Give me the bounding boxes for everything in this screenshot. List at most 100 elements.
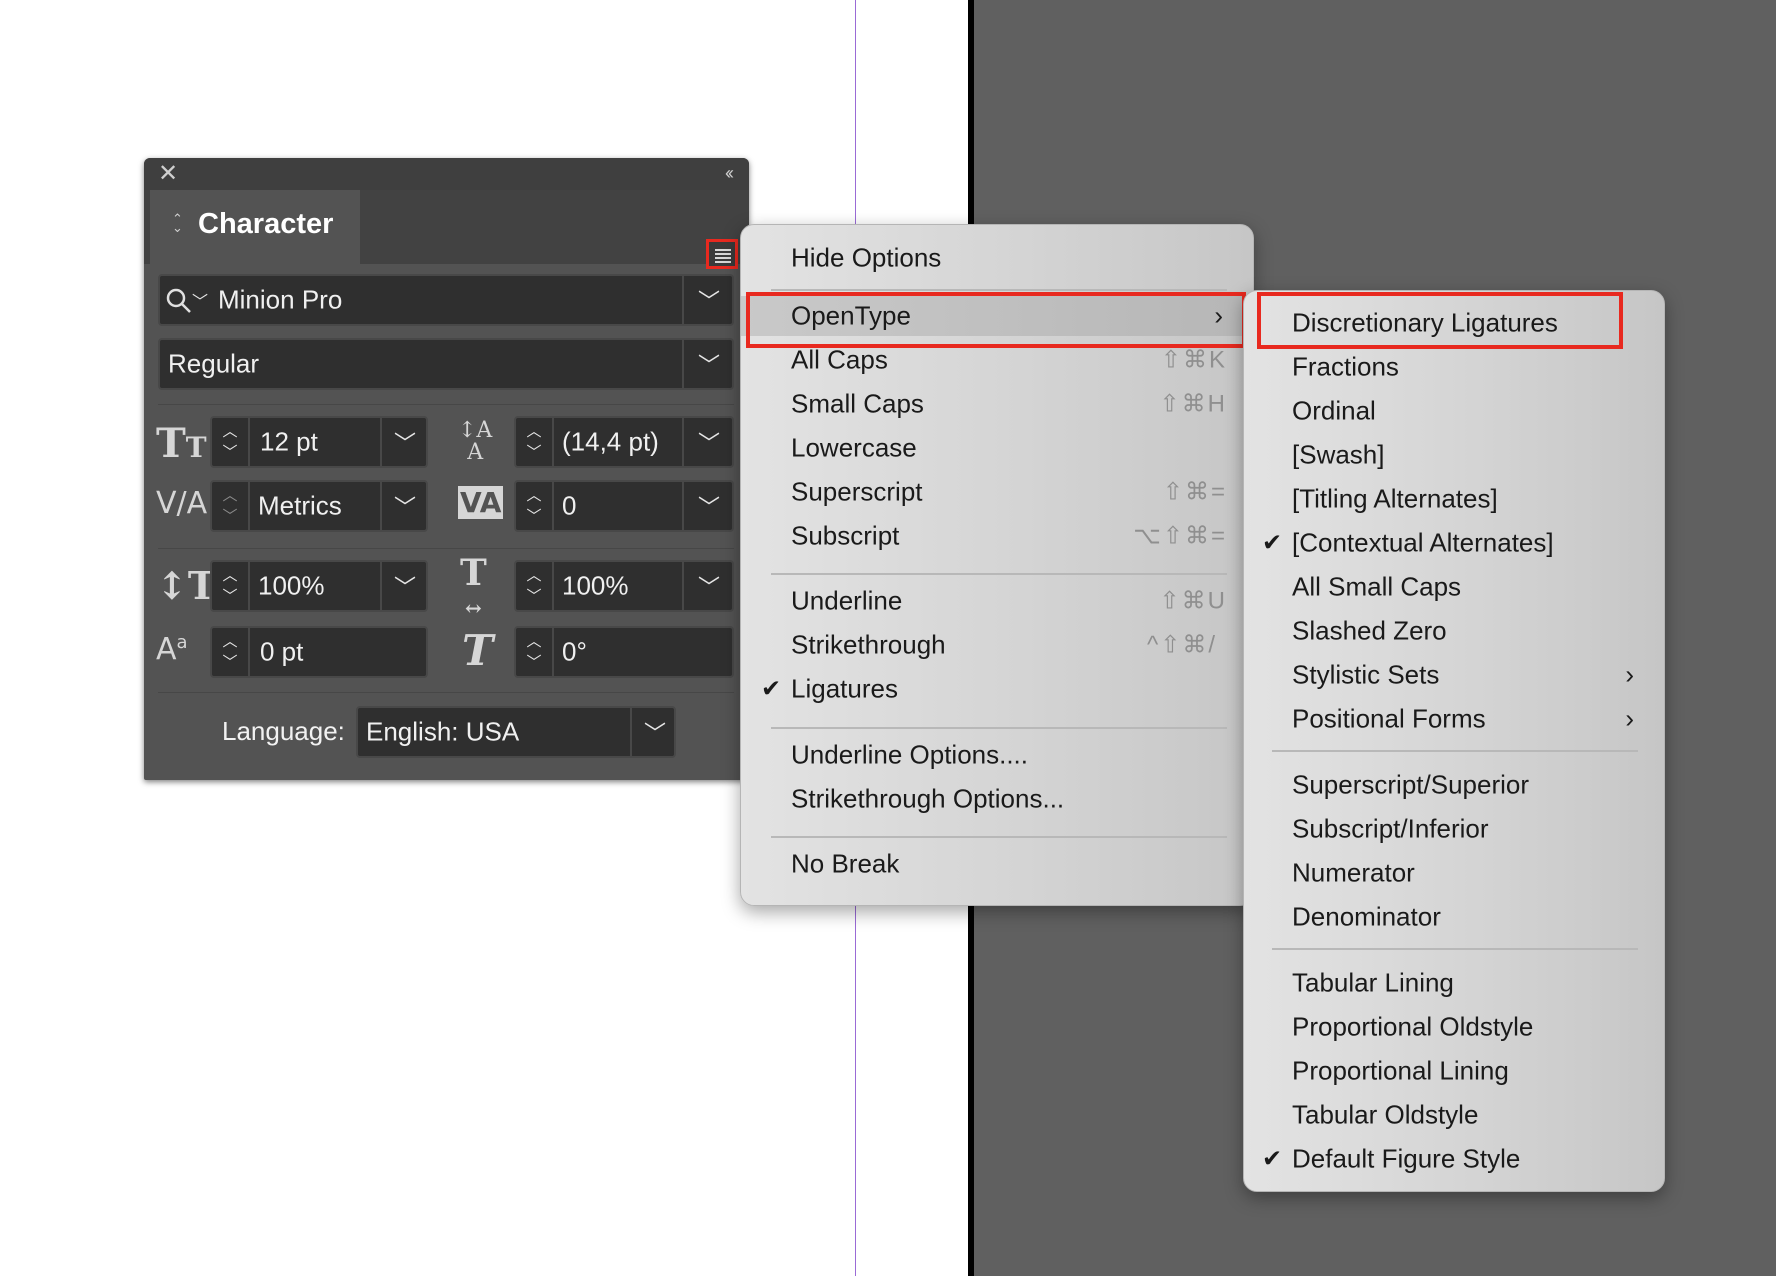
font-size-dropdown-icon[interactable]: ﹀ <box>394 426 416 458</box>
submenu-item-tabular-lining[interactable]: Tabular Lining <box>1244 963 1664 1003</box>
baseline-shift-stepper[interactable]: ︿ ﹀ <box>212 628 250 676</box>
collapse-icon[interactable]: ‹‹ <box>725 164 734 182</box>
submenu-item-positional-forms[interactable]: Positional Forms › <box>1244 699 1664 739</box>
shortcut-superscript: ⇧⌘= <box>1162 478 1227 506</box>
submenu-item-tabular-oldstyle[interactable]: Tabular Oldstyle <box>1244 1095 1664 1135</box>
submenu-item-ordinal[interactable]: Ordinal <box>1244 391 1664 431</box>
character-panel: ✕ ‹‹ ⌃ ⌄ Character ﹀ Minion Pro ﹀ Regular… <box>144 158 749 780</box>
leading-stepper[interactable]: ︿ ﹀ <box>516 418 554 466</box>
kerning-dropdown-icon[interactable]: ﹀ <box>394 490 416 522</box>
font-size-icon: TT <box>156 420 207 467</box>
leading-icon: ↕A A <box>458 418 493 465</box>
font-size-field[interactable]: ︿ ﹀ 12 pt ﹀ <box>210 416 428 468</box>
submenu-item-fractions[interactable]: Fractions <box>1244 347 1664 387</box>
submenu-arrow-icon: › <box>1625 659 1634 690</box>
close-icon[interactable]: ✕ <box>158 162 178 186</box>
submenu-item-contextual-alternates[interactable]: ✔ [Contextual Alternates] <box>1244 523 1664 563</box>
horizontal-scale-stepper[interactable]: ︿ ﹀ <box>516 562 554 610</box>
language-dropdown-icon[interactable]: ﹀ <box>644 716 666 748</box>
checkmark-icon: ✔ <box>1262 529 1283 557</box>
menu-item-lowercase[interactable]: Lowercase <box>741 428 1253 468</box>
leading-field[interactable]: ︿ ﹀ (14,4 pt) ﹀ <box>514 416 734 468</box>
checkmark-icon: ✔ <box>761 675 782 703</box>
vertical-scale-field[interactable]: ︿ ﹀ 100% ﹀ <box>210 560 428 612</box>
kerning-icon: V/A <box>156 486 208 521</box>
language-dropdown[interactable]: English: USA ﹀ <box>356 706 676 758</box>
tracking-icon: VA <box>458 486 504 519</box>
kerning-value: Metrics <box>258 490 342 521</box>
kerning-stepper[interactable]: ︿ ﹀ <box>212 482 250 530</box>
baseline-shift-value: 0 pt <box>260 636 304 667</box>
shortcut-strikethrough: ^⇧⌘/ <box>1146 631 1217 659</box>
horizontal-scale-icon: T ↔ <box>460 552 487 620</box>
submenu-item-default-figure-style[interactable]: ✔ Default Figure Style <box>1244 1139 1664 1179</box>
shortcut-small-caps: ⇧⌘H <box>1159 390 1227 418</box>
submenu-item-slashed-zero[interactable]: Slashed Zero <box>1244 611 1664 651</box>
menu-item-superscript[interactable]: Superscript ⇧⌘= <box>741 472 1253 512</box>
language-value: English: USA <box>366 716 520 747</box>
menu-item-strikethrough-options[interactable]: Strikethrough Options... <box>741 779 1253 819</box>
vertical-scale-dropdown-icon[interactable]: ﹀ <box>394 570 416 602</box>
skew-field[interactable]: ︿ ﹀ 0° <box>514 626 734 678</box>
menu-item-underline-options[interactable]: Underline Options.... <box>741 735 1253 775</box>
submenu-item-titling-alternates[interactable]: [Titling Alternates] <box>1244 479 1664 519</box>
menu-item-ligatures[interactable]: ✔ Ligatures <box>741 669 1253 709</box>
baseline-shift-icon: Aa <box>156 632 188 667</box>
submenu-item-numerator[interactable]: Numerator <box>1244 853 1664 893</box>
tab-character[interactable]: ⌃ ⌄ Character <box>150 190 360 264</box>
font-style-dropdown-icon[interactable]: ﹀ <box>698 348 720 380</box>
kerning-field[interactable]: ︿ ﹀ Metrics ﹀ <box>210 480 428 532</box>
opentype-highlight-box <box>746 292 1246 348</box>
font-size-stepper[interactable]: ︿ ﹀ <box>212 418 250 466</box>
menu-item-no-break[interactable]: No Break <box>741 844 1253 884</box>
language-label: Language: <box>222 716 345 746</box>
opentype-submenu: Discretionary Ligatures Fractions Ordina… <box>1243 290 1665 1192</box>
panel-menu-button[interactable] <box>706 239 738 269</box>
leading-dropdown-icon[interactable]: ﹀ <box>698 426 720 458</box>
baseline-shift-field[interactable]: ︿ ﹀ 0 pt <box>210 626 428 678</box>
horizontal-scale-dropdown-icon[interactable]: ﹀ <box>698 570 720 602</box>
submenu-item-superscript-superior[interactable]: Superscript/Superior <box>1244 765 1664 805</box>
vertical-scale-icon: ↕T <box>156 563 217 608</box>
menu-item-subscript[interactable]: Subscript ⌥⇧⌘= <box>741 516 1253 556</box>
font-style-value: Regular <box>168 348 260 379</box>
submenu-item-proportional-oldstyle[interactable]: Proportional Oldstyle <box>1244 1007 1664 1047</box>
skew-stepper[interactable]: ︿ ﹀ <box>516 628 554 676</box>
font-style-field[interactable]: Regular ﹀ <box>158 338 734 390</box>
vertical-scale-stepper[interactable]: ︿ ﹀ <box>212 562 250 610</box>
tab-sort-icon: ⌃ ⌄ <box>172 211 183 235</box>
shortcut-all-caps: ⇧⌘K <box>1160 346 1227 374</box>
submenu-item-proportional-lining[interactable]: Proportional Lining <box>1244 1051 1664 1091</box>
tracking-stepper[interactable]: ︿ ﹀ <box>516 482 554 530</box>
vertical-scale-value: 100% <box>258 570 325 601</box>
panel-tabstrip: ⌃ ⌄ Character <box>144 190 749 269</box>
font-size-value: 12 pt <box>260 426 318 457</box>
checkmark-icon: ✔ <box>1262 1145 1283 1173</box>
menu-item-hide-options[interactable]: Hide Options <box>741 238 1253 278</box>
font-family-value: Minion Pro <box>218 284 343 315</box>
skew-value: 0° <box>562 636 587 667</box>
submenu-item-swash[interactable]: [Swash] <box>1244 435 1664 475</box>
tab-label: Character <box>198 208 334 240</box>
leading-value: (14,4 pt) <box>562 426 659 457</box>
font-family-dropdown-icon[interactable]: ﹀ <box>698 284 720 316</box>
submenu-arrow-icon: › <box>1625 703 1634 734</box>
tracking-field[interactable]: ︿ ﹀ 0 ﹀ <box>514 480 734 532</box>
horizontal-scale-value: 100% <box>562 570 629 601</box>
font-family-field[interactable]: ﹀ Minion Pro ﹀ <box>158 274 734 326</box>
menu-item-small-caps[interactable]: Small Caps ⇧⌘H <box>741 384 1253 424</box>
submenu-item-subscript-inferior[interactable]: Subscript/Inferior <box>1244 809 1664 849</box>
menu-item-underline[interactable]: Underline ⇧⌘U <box>741 581 1253 621</box>
search-icon <box>166 288 191 313</box>
menu-item-strikethrough[interactable]: Strikethrough ^⇧⌘/ <box>741 625 1253 665</box>
search-dropdown-chevron-icon[interactable]: ﹀ <box>192 288 208 312</box>
panel-titlebar: ✕ ‹‹ <box>144 158 749 191</box>
submenu-item-all-small-caps[interactable]: All Small Caps <box>1244 567 1664 607</box>
skew-icon: T <box>462 626 494 675</box>
tracking-value: 0 <box>562 490 577 521</box>
horizontal-scale-field[interactable]: ︿ ﹀ 100% ﹀ <box>514 560 734 612</box>
submenu-item-denominator[interactable]: Denominator <box>1244 897 1664 937</box>
tracking-dropdown-icon[interactable]: ﹀ <box>698 490 720 522</box>
submenu-item-stylistic-sets[interactable]: Stylistic Sets › <box>1244 655 1664 695</box>
discretionary-ligatures-highlight-box <box>1257 292 1623 349</box>
